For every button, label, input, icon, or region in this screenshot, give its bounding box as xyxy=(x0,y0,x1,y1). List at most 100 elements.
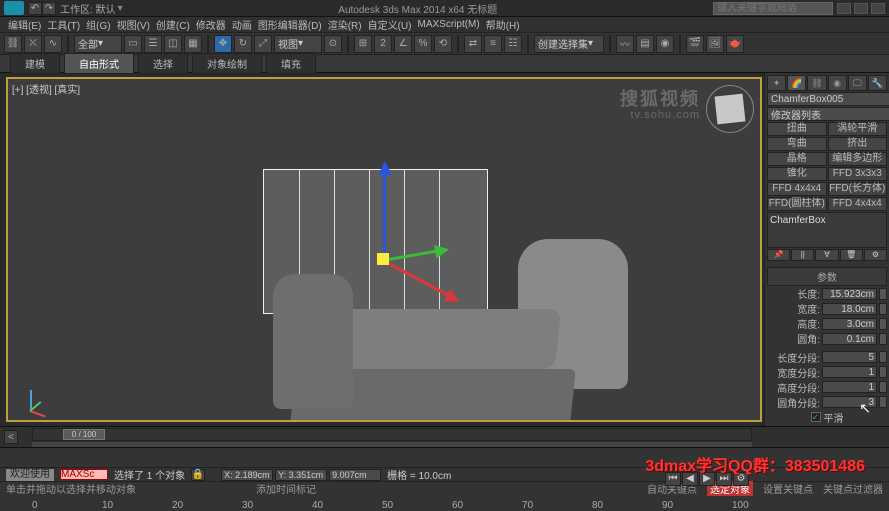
schematic-icon[interactable]: ▤ xyxy=(636,35,654,53)
mod-button[interactable]: 锥化 xyxy=(767,167,827,181)
select-icon[interactable]: ▭ xyxy=(124,35,142,53)
menu-group[interactable]: 组(G) xyxy=(84,17,112,32)
config-sets-icon[interactable]: ⚙ xyxy=(864,249,887,261)
window-crossing-icon[interactable]: ▦ xyxy=(184,35,202,53)
ref-coord-dropdown[interactable]: 视图 ▾ xyxy=(274,35,322,53)
coord-z-input[interactable] xyxy=(329,469,381,481)
named-selection-dropdown[interactable]: 创建选择集 ▾ xyxy=(534,35,604,53)
mod-button[interactable]: 涡轮平滑 xyxy=(828,122,888,136)
maximize-icon[interactable] xyxy=(854,3,868,14)
menu-customize[interactable]: 自定义(U) xyxy=(366,17,414,32)
panel-tab-create-icon[interactable]: ✦ xyxy=(767,75,786,91)
mod-button[interactable]: 弯曲 xyxy=(767,137,827,151)
length-spinner[interactable]: 15.923cm xyxy=(822,288,877,300)
fillet-spinner[interactable]: 0.1cm xyxy=(822,333,877,345)
coord-y-input[interactable] xyxy=(275,469,327,481)
maxscript-input[interactable] xyxy=(60,469,108,480)
panel-tab-display-icon[interactable]: 🖵 xyxy=(848,75,867,91)
tab-populate[interactable]: 填充 xyxy=(266,53,316,74)
keyfilter-button[interactable]: 关键点过滤器 xyxy=(823,481,883,496)
mod-button[interactable]: FFD 4x4x4 xyxy=(828,197,888,211)
manipulate-icon[interactable]: ⊞ xyxy=(354,35,372,53)
perspective-viewport[interactable]: [+] [透视] [真实] 搜狐视频 tv.sohu.com xyxy=(6,77,762,422)
object-name-input[interactable] xyxy=(767,92,889,106)
rollout-title[interactable]: 参数 xyxy=(767,267,887,286)
unlink-icon[interactable]: ⛌ xyxy=(24,35,42,53)
setkey-button[interactable]: 设置关键点 xyxy=(763,481,813,496)
remove-mod-icon[interactable]: 🗑 xyxy=(840,249,863,261)
menu-help[interactable]: 帮助(H) xyxy=(484,17,522,32)
panel-tab-utilities-icon[interactable]: 🔧 xyxy=(868,75,887,91)
spinner-arrows-icon[interactable] xyxy=(879,303,887,315)
menu-render[interactable]: 渲染(R) xyxy=(326,17,364,32)
mod-button[interactable]: 晶格 xyxy=(767,152,827,166)
mod-button[interactable]: FFD(圆柱体) xyxy=(767,197,827,211)
pin-stack-icon[interactable]: 📌 xyxy=(767,249,790,261)
viewport-label[interactable]: [+] [透视] [真实] xyxy=(12,81,80,96)
rotate-icon[interactable]: ↻ xyxy=(234,35,252,53)
undo-icon[interactable]: ↶ xyxy=(28,2,42,15)
select-name-icon[interactable]: ☰ xyxy=(144,35,162,53)
wseg-spinner[interactable]: 1 xyxy=(822,366,877,378)
spinner-arrows-icon[interactable] xyxy=(879,318,887,330)
mod-button[interactable]: FFD 4x4x4 xyxy=(767,182,827,196)
selection-filter-dropdown[interactable]: 全部 ▾ xyxy=(74,35,122,53)
height-spinner[interactable]: 3.0cm xyxy=(822,318,877,330)
menu-tools[interactable]: 工具(T) xyxy=(45,17,82,32)
render-setup-icon[interactable]: 🎬 xyxy=(686,35,704,53)
spinner-snap-icon[interactable]: ⟲ xyxy=(434,35,452,53)
lock-icon[interactable]: 🔒 xyxy=(191,469,205,481)
mod-button[interactable]: 扭曲 xyxy=(767,122,827,136)
time-slider[interactable]: 0 / 100 xyxy=(32,428,752,441)
close-icon[interactable] xyxy=(871,3,885,14)
minimize-icon[interactable] xyxy=(837,3,851,14)
redo-icon[interactable]: ↷ xyxy=(42,2,56,15)
tab-objpaint[interactable]: 对象绘制 xyxy=(192,53,262,74)
snap-2d-icon[interactable]: 2 xyxy=(374,35,392,53)
modifier-stack[interactable]: ChamferBox xyxy=(767,212,887,248)
spinner-arrows-icon[interactable] xyxy=(879,366,887,378)
welcome-button[interactable]: 欢迎使用 xyxy=(6,469,54,481)
width-spinner[interactable]: 18.0cm xyxy=(822,303,877,315)
modifier-list-dropdown[interactable] xyxy=(767,107,889,121)
mirror-icon[interactable]: ⇄ xyxy=(464,35,482,53)
time-slider-knob[interactable]: 0 / 100 xyxy=(63,429,105,440)
lseg-spinner[interactable]: 5 xyxy=(822,351,877,363)
align-icon[interactable]: ≡ xyxy=(484,35,502,53)
move-icon[interactable]: ✥ xyxy=(214,35,232,53)
coord-x-input[interactable] xyxy=(221,469,273,481)
show-end-icon[interactable]: || xyxy=(791,249,814,261)
panel-tab-hierarchy-icon[interactable]: ⛓ xyxy=(807,75,826,91)
tab-selection[interactable]: 选择 xyxy=(138,53,188,74)
panel-tab-motion-icon[interactable]: ◉ xyxy=(828,75,847,91)
menu-animation[interactable]: 动画 xyxy=(230,17,254,32)
menu-edit[interactable]: 编辑(E) xyxy=(6,17,43,32)
track-bar[interactable] xyxy=(32,442,752,447)
workspace-label[interactable]: 工作区: 默认 xyxy=(60,1,116,16)
select-region-icon[interactable]: ◫ xyxy=(164,35,182,53)
tab-modeling[interactable]: 建模 xyxy=(10,53,60,74)
menu-modifier[interactable]: 修改器 xyxy=(194,17,228,32)
pivot-icon[interactable]: ⊙ xyxy=(324,35,342,53)
stack-item[interactable]: ChamferBox xyxy=(770,215,826,226)
panel-tab-modify-icon[interactable]: 🌈 xyxy=(787,75,806,91)
menu-view[interactable]: 视图(V) xyxy=(115,17,152,32)
spinner-arrows-icon[interactable] xyxy=(879,333,887,345)
material-icon[interactable]: ◉ xyxy=(656,35,674,53)
tab-freeform[interactable]: 自由形式 xyxy=(64,53,134,74)
menu-graph[interactable]: 图形编辑器(D) xyxy=(256,17,324,32)
spinner-arrows-icon[interactable] xyxy=(879,288,887,300)
layer-icon[interactable]: ☷ xyxy=(504,35,522,53)
spinner-arrows-icon[interactable] xyxy=(879,381,887,393)
mod-button[interactable]: 编辑多边形 xyxy=(828,152,888,166)
viewcube[interactable] xyxy=(706,85,754,133)
menu-create[interactable]: 创建(C) xyxy=(154,17,192,32)
menu-maxscript[interactable]: MAXScript(M) xyxy=(415,19,481,30)
curve-editor-icon[interactable]: 〰 xyxy=(616,35,634,53)
render-frame-icon[interactable]: 🖼 xyxy=(706,35,724,53)
add-time-tag[interactable]: 添加时间标记 xyxy=(256,481,316,496)
render-icon[interactable]: 🫖 xyxy=(726,35,744,53)
mod-button[interactable]: 挤出 xyxy=(828,137,888,151)
spinner-arrows-icon[interactable] xyxy=(879,351,887,363)
scale-icon[interactable]: ⤢ xyxy=(254,35,272,53)
